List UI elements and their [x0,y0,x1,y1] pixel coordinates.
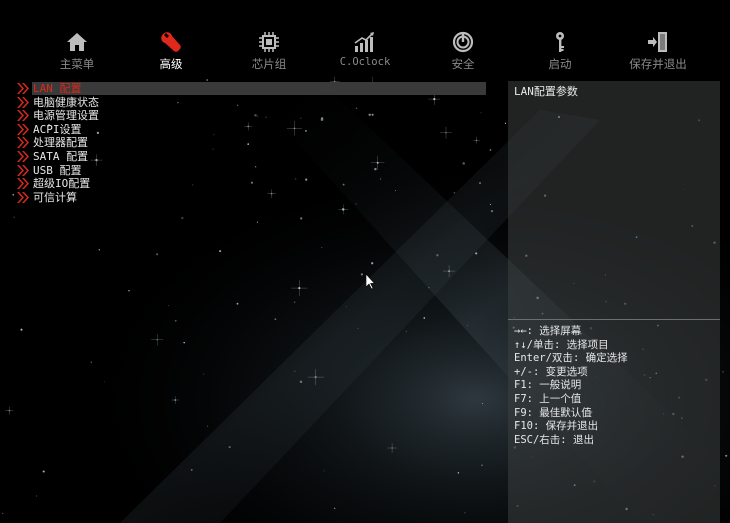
menu-item-acpi[interactable]: ACPI设置 [16,123,486,137]
tab-main-menu[interactable]: 主菜单 [37,30,117,72]
wrench-icon [161,32,181,52]
tab-label: 芯片组 [251,57,287,71]
tab-label: 启动 [548,57,572,71]
tab-label: 主菜单 [59,57,95,71]
double-chevron-icon [17,178,29,190]
menu-item-label: LAN 配置 [33,82,82,95]
tab-label: C.Oclock [339,56,391,68]
exit-door-icon [648,32,667,52]
key-legend-row: ↑↓/单击: 选择项目 [514,339,718,353]
key-description: : 上一个值 [526,392,582,405]
key-legend-row: →←: 选择屏幕 [514,325,718,339]
menu-item-label: 处理器配置 [33,136,88,150]
advanced-menu-list: LAN 配置 电脑健康状态 电源管理设置 ACPI设置 处理器配置 SATA 配… [16,82,486,204]
tab-label: 高级 [159,57,183,71]
help-divider [508,319,720,320]
help-description: LAN配置参数 [514,85,578,98]
menu-item-usb-config[interactable]: USB 配置 [16,164,486,178]
help-panel: LAN配置参数 →←: 选择屏幕 ↑↓/单击: 选择项目 Enter/双击: 确… [508,81,720,523]
key-name: Enter/双击 [514,352,573,365]
key-legend-row: +/-: 变更选项 [514,366,718,380]
power-icon [452,31,474,53]
key-name: ↑↓/单击 [514,338,554,351]
key-name: F10 [514,420,533,433]
tab-label: 保存并退出 [629,57,687,71]
double-chevron-icon [17,96,29,108]
menu-item-label: ACPI设置 [33,122,82,136]
key-name: ESC/右击 [514,433,561,446]
key-name: F7 [514,392,527,405]
key-legend-row: Enter/双击: 确定选择 [514,352,718,366]
top-navigation: 主菜单 高级 芯片组 C.Oclock 安全 启动 保存并退出 [0,0,730,80]
key-description: : 保存并退出 [532,420,599,433]
tab-save-and-exit[interactable]: 保存并退出 [618,30,698,72]
double-chevron-icon [17,150,29,162]
key-legend-row: F9: 最佳默认值 [514,407,718,421]
menu-item-label: 电源管理设置 [33,109,99,123]
key-description: : 一般说明 [526,379,582,392]
tab-advanced[interactable]: 高级 [131,30,211,72]
mouse-pointer-icon [366,274,376,290]
double-chevron-icon [17,137,29,149]
key-description: : 变更选项 [532,365,588,378]
tab-c-oclock[interactable]: C.Oclock [325,30,405,72]
home-icon [67,33,87,51]
key-legend-row: F7: 上一个值 [514,393,718,407]
tab-security[interactable]: 安全 [423,30,503,72]
key-legend-row: F10: 保存并退出 [514,420,718,434]
key-name: →← [514,325,527,337]
menu-item-super-io[interactable]: 超级IO配置 [16,177,486,191]
chip-icon [259,32,279,52]
key-icon [556,32,564,52]
double-chevron-icon [17,83,29,94]
key-name: F1 [514,379,527,392]
menu-item-label: USB 配置 [33,163,82,177]
menu-item-label: 可信计算 [33,190,77,204]
double-chevron-icon [17,110,29,122]
menu-item-sata-config[interactable]: SATA 配置 [16,150,486,164]
key-description: : 选择屏幕 [526,325,582,337]
tab-chipset[interactable]: 芯片组 [229,30,309,72]
key-legend-row: ESC/右击: 退出 [514,434,718,448]
performance-chart-icon [354,32,374,52]
menu-item-lan-config[interactable]: LAN 配置 [16,82,486,96]
key-legend: →←: 选择屏幕 ↑↓/单击: 选择项目 Enter/双击: 确定选择 +/-:… [514,325,718,447]
key-name: F9 [514,406,527,419]
menu-item-label: 超级IO配置 [33,177,91,191]
double-chevron-icon [17,191,29,203]
key-description: : 最佳默认值 [526,406,592,419]
tab-label: 安全 [451,57,475,71]
key-description: : 确定选择 [572,352,628,365]
key-description: : 退出 [560,433,594,446]
double-chevron-icon [17,123,29,135]
menu-item-label: SATA 配置 [33,149,89,163]
key-legend-row: F1: 一般说明 [514,379,718,393]
menu-item-trusted-computing[interactable]: 可信计算 [16,191,486,205]
menu-item-label: 电脑健康状态 [33,95,99,109]
key-name: +/- [514,365,533,378]
key-description: : 选择项目 [553,338,609,351]
menu-item-power-management[interactable]: 电源管理设置 [16,109,486,123]
menu-item-pc-health[interactable]: 电脑健康状态 [16,96,486,110]
tab-boot[interactable]: 启动 [520,30,600,72]
double-chevron-icon [17,164,29,176]
menu-item-cpu-config[interactable]: 处理器配置 [16,136,486,150]
